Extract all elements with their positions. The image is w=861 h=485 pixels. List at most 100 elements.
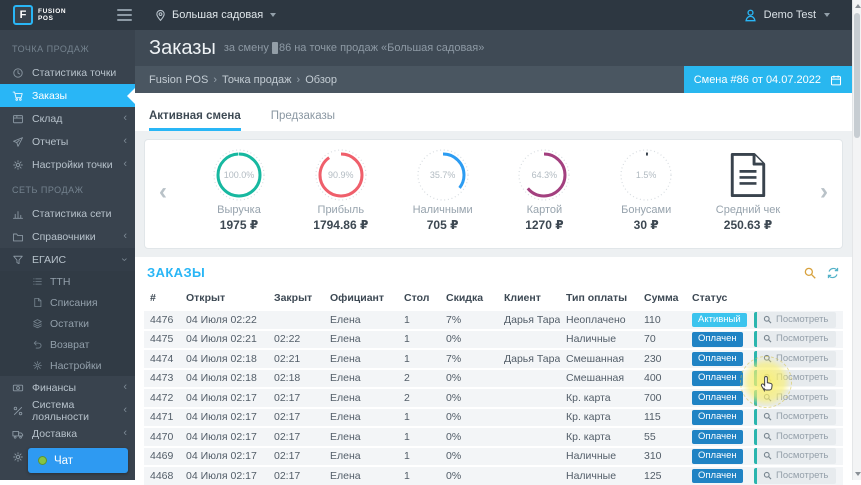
stat-value: 1975 ₽	[220, 218, 258, 232]
chat-button[interactable]: Чат	[28, 448, 128, 473]
view-order-button[interactable]: Посмотреть	[754, 468, 836, 484]
column-header: Сумма	[638, 292, 686, 304]
order-cell: 04 Июля 02:18	[180, 353, 268, 365]
magnifier-icon	[763, 412, 772, 421]
layers-icon	[32, 318, 43, 329]
order-cell: 4469	[144, 450, 180, 462]
stat-card: 64.3%Картой1270 ₽	[494, 148, 594, 232]
table-row: 446804 Июля 02:1702:17Елена10%Наличные12…	[144, 467, 843, 485]
stat-label: Прибыль	[318, 204, 365, 216]
scroll-up-arrow[interactable]	[853, 0, 861, 12]
chevron-expanded-icon: ‹	[120, 258, 131, 262]
menu-toggle-icon[interactable]	[117, 9, 132, 21]
page-header: Заказы за смену#86на точке продаж «Больш…	[135, 30, 852, 66]
shift-date-badge[interactable]: Смена #86 от 04.07.2022	[684, 66, 852, 93]
sidebar-item-label: ЕГАИС	[32, 254, 66, 266]
order-cell: Елена	[324, 431, 398, 443]
view-order-button[interactable]: Посмотреть	[754, 448, 836, 464]
table-row: 447204 Июля 02:1702:17Елена20%Кр. карта7…	[144, 389, 843, 407]
status-badge: Оплачен	[692, 352, 743, 367]
sidebar-item-returns[interactable]: Возврат	[0, 334, 135, 355]
breadcrumb-home[interactable]: Fusion POS	[149, 74, 217, 86]
list-icon	[32, 276, 43, 287]
view-order-button[interactable]: Посмотреть	[754, 312, 836, 328]
stat-percent: 90.9%	[314, 148, 368, 202]
sidebar-item-label: Остатки	[50, 318, 89, 330]
table-row: 447604 Июля 02:22Елена17%Дарья ТаранНеоп…	[144, 311, 843, 329]
undo-icon	[32, 339, 43, 350]
carousel-next-button[interactable]: ›	[820, 180, 828, 204]
table-row: 446904 Июля 02:1702:17Елена10%Наличные31…	[144, 448, 843, 466]
breadcrumb-pos[interactable]: Точка продаж	[222, 74, 300, 86]
chevron-collapsed-icon: ‹	[123, 428, 127, 439]
tab-preorders[interactable]: Предзаказы	[271, 110, 335, 131]
view-order-button[interactable]: Посмотреть	[754, 331, 836, 347]
stat-avg-check: Средний чек250.63 ₽	[698, 148, 798, 232]
order-cell: 4472	[144, 392, 180, 404]
view-order-button[interactable]: Посмотреть	[754, 390, 836, 406]
chevron-collapsed-icon: ‹	[123, 113, 127, 124]
chevron-collapsed-icon: ‹	[123, 159, 127, 170]
location-label: Большая садовая	[172, 9, 263, 21]
chevron-collapsed-icon: ‹	[123, 405, 127, 416]
sidebar-item-network-stats[interactable]: Статистика сети	[0, 202, 135, 225]
sidebar-item-point-settings[interactable]: Настройки точки ‹	[0, 153, 135, 176]
order-cell: 04 Июля 02:18	[180, 372, 268, 384]
sidebar-item-ttn[interactable]: ТТН	[0, 271, 135, 292]
sidebar: ТОЧКА ПРОДАЖСтатистика точкиЗаказыСклад‹…	[0, 30, 135, 480]
order-cell: 1	[398, 431, 440, 443]
refresh-icon[interactable]	[826, 266, 840, 280]
view-order-button[interactable]: Посмотреть	[754, 409, 836, 425]
user-name: Demo Test	[764, 9, 816, 21]
truck-icon	[12, 428, 24, 440]
scroll-down-arrow[interactable]	[853, 468, 861, 480]
sidebar-item-directories[interactable]: Справочники‹	[0, 225, 135, 248]
breadcrumb-overview[interactable]: Обзор	[305, 74, 337, 86]
brand-logo[interactable]: F FUSIONPOS	[0, 5, 117, 25]
view-order-button[interactable]: Посмотреть	[754, 351, 836, 367]
tab-active-shift[interactable]: Активная смена	[149, 110, 241, 131]
column-header: Открыт	[180, 292, 268, 304]
sidebar-item-label: Возврат	[50, 339, 89, 351]
order-cell: 02:18	[268, 372, 324, 384]
sidebar-item-reports[interactable]: Отчеты‹	[0, 130, 135, 153]
sidebar-item-writeoffs[interactable]: Списания	[0, 292, 135, 313]
order-cell: 02:17	[268, 392, 324, 404]
order-cell: Наличные	[560, 333, 638, 345]
sidebar-item-egais[interactable]: ЕГАИС ‹	[0, 248, 135, 271]
order-cell: 0%	[440, 333, 498, 345]
vertical-scrollbar[interactable]	[852, 0, 861, 480]
sidebar-item-stocks[interactable]: Остатки	[0, 313, 135, 334]
carousel-prev-button[interactable]: ‹	[159, 180, 167, 204]
orders-header: ЗАКАЗЫ	[144, 257, 843, 287]
order-cell: Смешанная	[560, 353, 638, 365]
user-menu[interactable]: Demo Test	[743, 8, 852, 23]
sidebar-item-warehouse[interactable]: Склад‹	[0, 107, 135, 130]
column-header: Скидка	[440, 292, 498, 304]
sidebar-item-settings[interactable]: Настройки	[0, 355, 135, 376]
order-cell: Кр. карта	[560, 431, 638, 443]
sidebar-item-label: Доставка	[32, 428, 77, 440]
order-cell: 70	[638, 333, 686, 345]
search-icon[interactable]	[803, 266, 817, 280]
order-cell: 55	[638, 431, 686, 443]
scrollbar-thumb[interactable]	[854, 13, 860, 138]
order-cell: 02:17	[268, 411, 324, 423]
sidebar-item-point-stats[interactable]: Статистика точки	[0, 61, 135, 84]
orders-title: ЗАКАЗЫ	[147, 265, 205, 280]
view-order-button[interactable]: Посмотреть	[754, 370, 836, 386]
sidebar-item-finance[interactable]: Финансы‹	[0, 376, 135, 399]
view-order-button[interactable]: Посмотреть	[754, 429, 836, 445]
order-cell: 4470	[144, 431, 180, 443]
sidebar-item-label: Настройки точки	[32, 159, 113, 171]
location-selector[interactable]: Большая садовая	[154, 9, 276, 22]
breadcrumb-bar: Fusion POS Точка продаж Обзор Смена #86 …	[135, 66, 852, 93]
order-cell: 4474	[144, 353, 180, 365]
sidebar-item-delivery[interactable]: Доставка ‹	[0, 422, 135, 445]
orders-table: #ОткрытЗакрытОфициантСтолСкидкаКлиентТип…	[144, 287, 843, 485]
tab-bar: Активная смена Предзаказы	[135, 93, 852, 131]
sidebar-item-loyalty[interactable]: Система лояльности‹	[0, 399, 135, 422]
sidebar-item-orders[interactable]: Заказы	[0, 84, 135, 107]
sidebar-section-sales-network: СЕТЬ ПРОДАЖ	[0, 176, 135, 202]
sidebar-item-label: Отчеты	[32, 136, 68, 148]
